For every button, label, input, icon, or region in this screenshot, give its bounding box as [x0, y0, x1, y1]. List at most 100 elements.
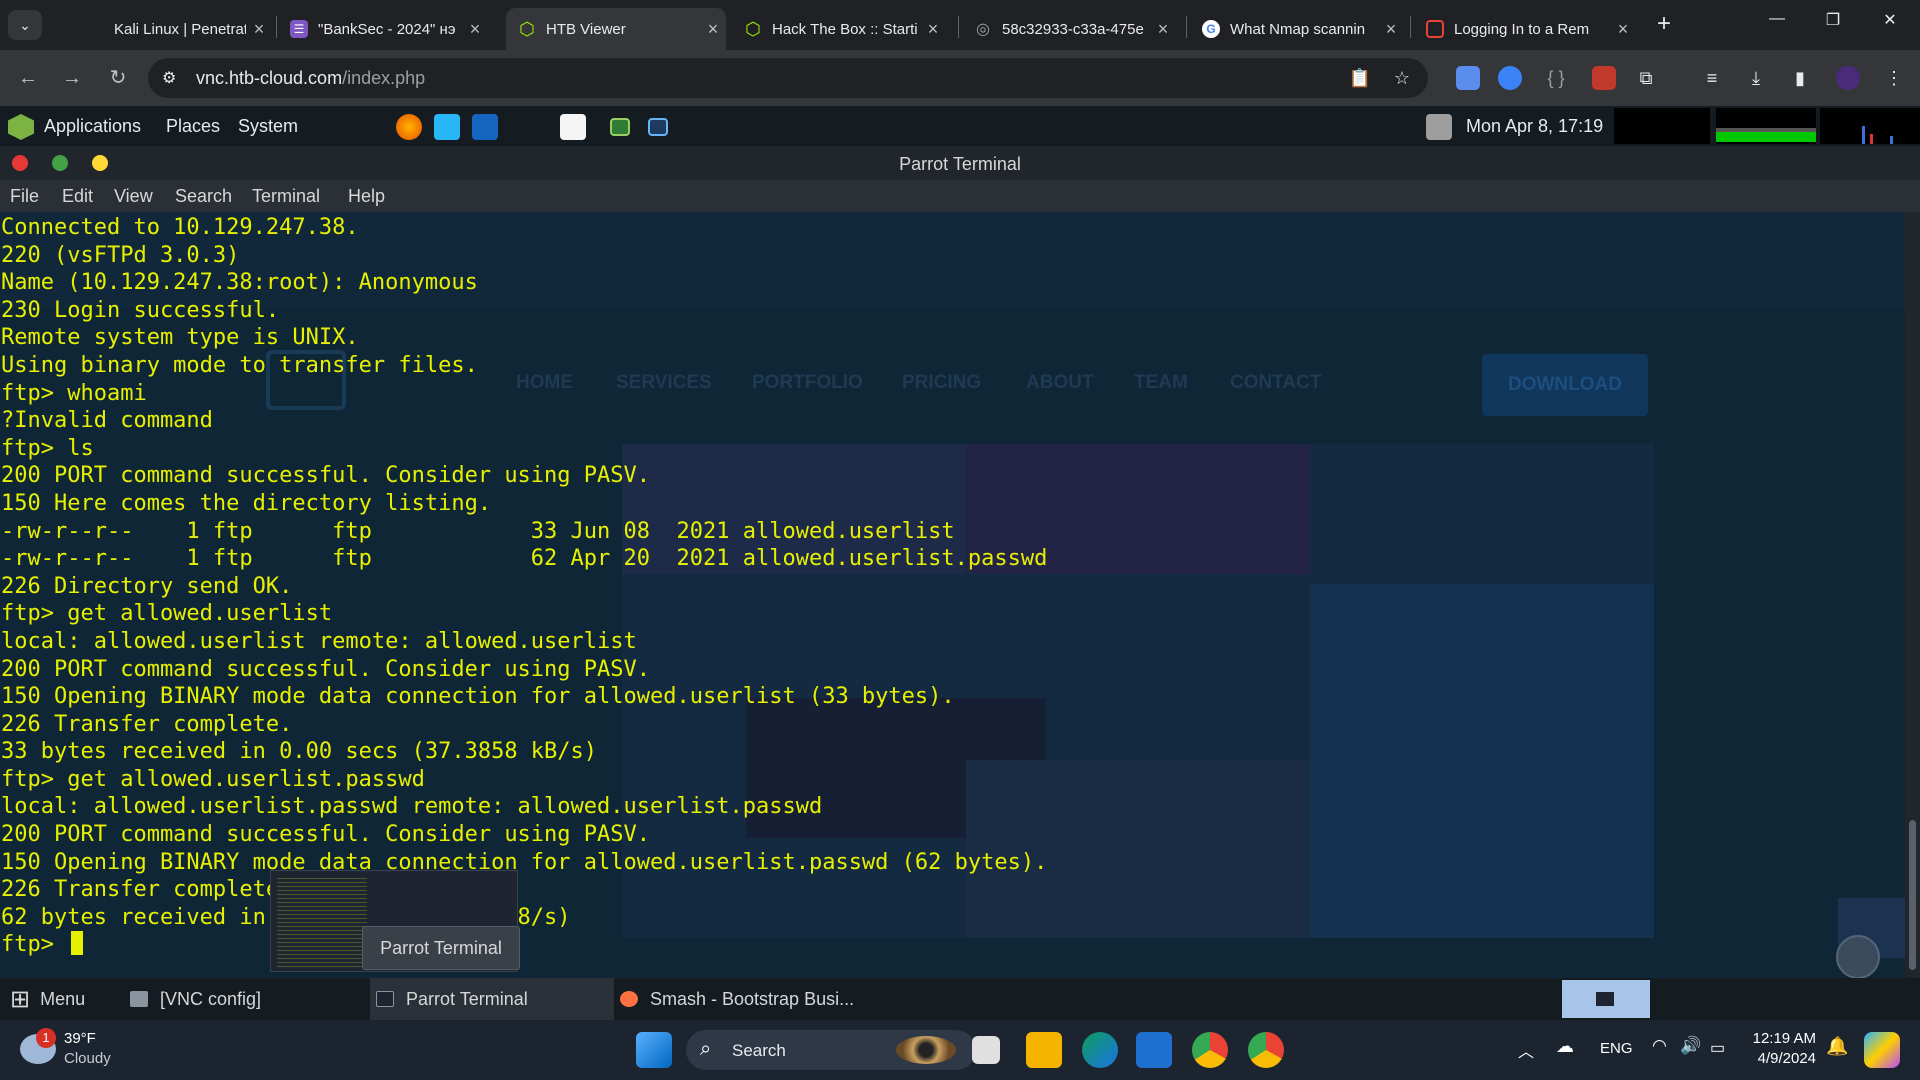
clipboard-icon[interactable]: 📋 — [1346, 64, 1374, 92]
edge-icon[interactable] — [1082, 1032, 1118, 1068]
minimize-button[interactable]: — — [1757, 10, 1797, 28]
burp-bolt-icon[interactable] — [434, 114, 460, 140]
close-icon[interactable]: × — [700, 19, 726, 40]
parrot-menu-label: Menu — [40, 988, 86, 1009]
extension-translate-icon[interactable] — [1456, 66, 1480, 90]
terminal-line: 150 Here comes the directory listing. — [1, 490, 492, 516]
task-parrot-terminal[interactable]: Parrot Terminal — [370, 978, 614, 1020]
url-text[interactable]: vnc.htb-cloud.com/index.php — [196, 68, 425, 89]
workspace-switcher[interactable] — [1562, 980, 1650, 1018]
tab-htb-viewer[interactable]: ⬡ HTB Viewer × — [506, 8, 726, 50]
google-icon: G — [1202, 20, 1220, 38]
terminal-scrollbar[interactable] — [1905, 212, 1920, 978]
tab-kali-linux[interactable]: Kali Linux | Penetratio × — [74, 8, 272, 50]
new-tab-button[interactable]: + — [1650, 10, 1678, 38]
terminal-menu-terminal[interactable]: Terminal — [252, 186, 320, 207]
close-window-button[interactable]: ✕ — [1870, 10, 1910, 30]
parrot-bottom-panel: ⊞ Menu [VNC config] Parrot Terminal Smas… — [0, 978, 1920, 1020]
scrollbar-thumb[interactable] — [1909, 820, 1916, 970]
window-icon — [130, 991, 148, 1007]
store-icon[interactable] — [1136, 1032, 1172, 1068]
close-icon[interactable]: × — [1150, 19, 1176, 40]
terminal-prompt-line[interactable]: ftp> — [1, 931, 1047, 959]
forms-favicon-icon: ☰ — [290, 20, 308, 38]
terminal-launcher-icon[interactable] — [610, 118, 630, 136]
extensions-puzzle-icon[interactable]: ⧉ — [1632, 64, 1660, 92]
chrome-icon[interactable] — [1192, 1032, 1228, 1068]
site-info-icon[interactable]: ⚙ — [162, 68, 176, 88]
close-icon[interactable]: × — [246, 19, 272, 40]
reload-button[interactable]: ↻ — [104, 64, 132, 92]
terminal-output[interactable]: HOME SERVICES PORTFOLIO PRICING ABOUT TE… — [0, 212, 1905, 978]
weather-desc[interactable]: Cloudy — [64, 1050, 111, 1067]
bookmark-star-icon[interactable]: ☆ — [1388, 64, 1416, 92]
extension-red-icon[interactable] — [1592, 66, 1616, 90]
task-firefox-smash[interactable]: Smash - Bootstrap Busi... — [620, 978, 920, 1020]
wireshark-icon[interactable] — [472, 114, 498, 140]
forward-button[interactable]: → — [58, 64, 86, 92]
media-control-icon[interactable]: ≡ — [1698, 64, 1726, 92]
memory-graph — [1716, 108, 1816, 144]
panel-clock[interactable]: Mon Apr 8, 17:19 — [1466, 116, 1603, 137]
terminal-menu-file[interactable]: File — [10, 186, 39, 207]
task-vnc-config[interactable]: [VNC config] — [128, 978, 364, 1020]
back-button[interactable]: ← — [14, 64, 42, 92]
notification-bell-icon[interactable]: 🔔 — [1826, 1036, 1848, 1057]
restore-button[interactable]: ❐ — [1813, 10, 1853, 30]
extension-braces-icon[interactable]: { } — [1542, 64, 1570, 92]
terminal-line: ftp> get allowed.userlist — [1, 601, 333, 627]
menu-places[interactable]: Places — [166, 116, 220, 137]
taskbar-search[interactable]: ⌕ Search — [686, 1030, 976, 1070]
battery-icon[interactable]: ▭ — [1710, 1038, 1725, 1058]
tab-search-button[interactable]: ⌄ — [8, 10, 42, 40]
close-icon[interactable]: × — [1610, 19, 1636, 40]
volume-icon[interactable]: 🔊 — [1680, 1036, 1701, 1056]
tab-nmap[interactable]: G What Nmap scannin × — [1190, 8, 1404, 50]
tab-uuid[interactable]: ◎ 58c32933-c33a-475e × — [962, 8, 1176, 50]
onedrive-icon[interactable]: ☁ — [1556, 1036, 1574, 1057]
download-icon[interactable]: ⤓ — [1742, 64, 1770, 92]
text-editor-icon[interactable] — [560, 114, 586, 140]
tab-hack-the-box[interactable]: ⬡ Hack The Box :: Starti × — [732, 8, 946, 50]
terminal-menu-search[interactable]: Search — [175, 186, 232, 207]
address-bar[interactable]: ⚙ vnc.htb-cloud.com/index.php 📋 ☆ — [148, 58, 1428, 98]
taskbar-time[interactable]: 12:19 AM — [1748, 1030, 1816, 1047]
parrot-menu-button[interactable]: ⊞ Menu — [10, 978, 85, 1020]
chrome-profile-icon[interactable] — [1248, 1032, 1284, 1068]
close-icon[interactable]: × — [920, 19, 946, 40]
network-icon[interactable] — [1426, 114, 1452, 140]
kebab-menu-icon[interactable]: ⋮ — [1880, 64, 1908, 92]
extension-drop-icon[interactable] — [1498, 66, 1522, 90]
window-launcher-icon[interactable] — [648, 118, 668, 136]
wifi-icon[interactable]: ◠ — [1652, 1036, 1667, 1056]
firefox-icon[interactable] — [396, 114, 422, 140]
htb-cube-icon: ⬡ — [745, 18, 761, 39]
tab-label: HTB Viewer — [546, 20, 626, 38]
terminal-menu-edit[interactable]: Edit — [62, 186, 93, 207]
profile-avatar-icon[interactable] — [1836, 66, 1860, 90]
terminal-line: 220 (vsFTPd 3.0.3) — [1, 242, 240, 268]
menu-applications[interactable]: Applications — [44, 116, 141, 137]
terminal-menu-help[interactable]: Help — [348, 186, 385, 207]
tab-banksec[interactable]: ☰ "BankSec - 2024" нэ × — [278, 8, 488, 50]
taskbar-date[interactable]: 4/9/2024 — [1742, 1050, 1816, 1067]
chevron-up-icon[interactable]: ︿ — [1518, 1038, 1534, 1062]
tab-logging-in[interactable]: Logging In to a Rem × — [1414, 8, 1636, 50]
menu-system[interactable]: System — [238, 116, 298, 137]
windows-start-icon[interactable] — [636, 1032, 672, 1068]
weather-temp[interactable]: 39°F — [64, 1030, 96, 1047]
search-highlight-icon — [896, 1036, 956, 1064]
terminal-line: ftp> whoami — [1, 380, 147, 406]
file-explorer-icon[interactable] — [1026, 1032, 1062, 1068]
side-panel-icon[interactable]: ▮ — [1786, 64, 1814, 92]
clipboard-floating-icon[interactable] — [1836, 935, 1880, 979]
copilot-icon[interactable] — [1864, 1032, 1900, 1068]
language-indicator[interactable]: ENG — [1600, 1040, 1633, 1057]
terminal-menu-view[interactable]: View — [114, 186, 153, 207]
task-view-icon[interactable] — [972, 1036, 1000, 1064]
applications-cube-icon — [8, 114, 34, 140]
close-icon[interactable]: × — [462, 19, 488, 40]
terminal-line: 150 Opening BINARY mode data connection … — [1, 684, 955, 710]
parrot-top-panel: Applications Places System Mon Apr 8, 17… — [0, 106, 1920, 146]
close-icon[interactable]: × — [1378, 19, 1404, 40]
